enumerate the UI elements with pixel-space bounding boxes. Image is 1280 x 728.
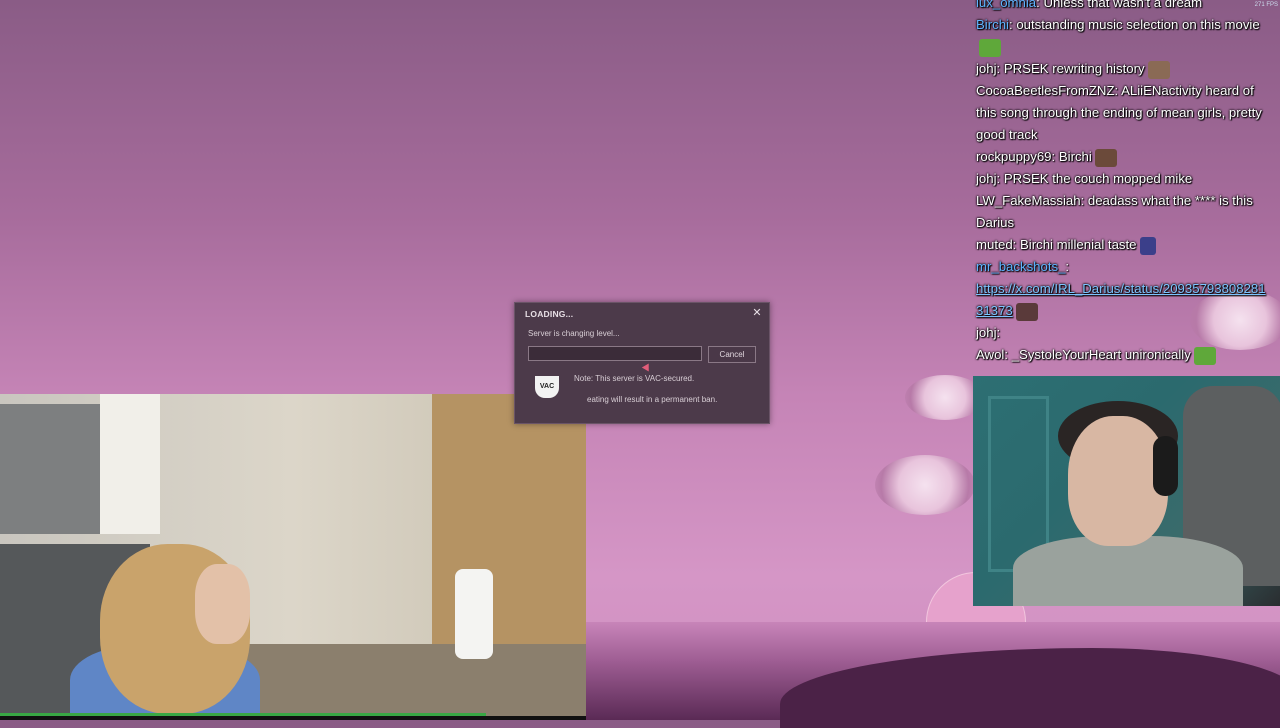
chat-username[interactable]: CocoaBeetlesFromZNZ (976, 83, 1115, 98)
chat-message: johj: PRSEK rewriting history (972, 58, 1268, 80)
webcam-shirt (1013, 536, 1243, 606)
face-emote-icon (1094, 148, 1117, 167)
person-face (195, 564, 250, 644)
pepe-emote-icon (979, 38, 1001, 57)
dialog-status-text: Server is changing level... (528, 329, 620, 338)
chat-username[interactable]: rockpuppy69 (976, 149, 1052, 164)
vac-shield-icon: VAC (535, 376, 559, 398)
face-emote-icon (1015, 302, 1038, 321)
vac-note-text: Note: This server is VAC-secured. (574, 374, 695, 383)
chat-text: PRSEK rewriting history (1003, 61, 1145, 76)
webcam-feed (973, 376, 1280, 606)
microwave-shape (0, 404, 100, 534)
loading-dialog: LOADING... ✕ Server is changing level...… (514, 302, 770, 424)
face-emote-icon (1147, 60, 1170, 79)
video-controls-bar[interactable] (0, 716, 586, 720)
chat-text: Unless that wasn't a dream (1043, 0, 1203, 10)
chat-message: muted: Birchi millenial taste (972, 234, 1268, 256)
chat-username[interactable]: johj (976, 171, 997, 186)
loading-progress-bar (528, 346, 702, 361)
chat-overlay: lux_omnia: Unless that wasn't a dream Bi… (972, 0, 1268, 366)
video-progress-bar[interactable] (0, 713, 487, 716)
chat-message: mr_backshots_: https://x.com/IRL_Darius/… (972, 256, 1268, 322)
chat-message: johj: PRSEK the couch mopped mike (976, 171, 1193, 186)
chat-text: Birchi millenial taste (1019, 237, 1137, 252)
chat-username[interactable]: johj (976, 61, 997, 76)
chat-message: Birchi: outstanding music selection on t… (972, 14, 1268, 58)
chat-username[interactable]: Awol (976, 347, 1004, 362)
chat-username[interactable]: mr_backshots_ (976, 259, 1065, 274)
cherry-blossom-cluster (875, 455, 975, 515)
chat-username[interactable]: muted (976, 237, 1013, 252)
spray-bottle-shape (455, 569, 493, 659)
headphones-icon (1153, 436, 1178, 496)
chat-text: outstanding music selection on this movi… (1016, 17, 1260, 32)
chat-text: _SystoleYourHeart unironically (1011, 347, 1191, 362)
chat-message: lux_omnia: Unless that wasn't a dream (972, 0, 1268, 14)
video-player[interactable] (0, 394, 586, 720)
chat-username[interactable]: lux_omnia (976, 0, 1036, 10)
dialog-title: LOADING... (525, 309, 574, 319)
chat-message: Awol: _SystoleYourHeart unironically (972, 344, 1268, 366)
chat-username[interactable]: johj (976, 325, 997, 340)
cabinet-shape (100, 394, 160, 534)
chat-message: rockpuppy69: Birchi (972, 146, 1268, 168)
pepe-emote-icon (1193, 346, 1216, 365)
chat-message: CocoaBeetlesFromZNZ: ALiiENactivity hear… (976, 83, 1262, 142)
chat-username[interactable]: Birchi (976, 17, 1009, 32)
chat-message: johj: (976, 325, 1001, 340)
figure-emote-icon (1139, 236, 1156, 255)
close-icon[interactable]: ✕ (751, 307, 763, 319)
chat-message: LW_FakeMassiah: deadass what the **** is… (976, 193, 1253, 230)
chat-text: Birchi (1058, 149, 1092, 164)
mouse-cursor-icon (641, 363, 653, 374)
chat-username[interactable]: LW_FakeMassiah (976, 193, 1081, 208)
vac-warning-text: eating will result in a permanent ban. (587, 395, 718, 404)
cancel-button[interactable]: Cancel (708, 346, 756, 363)
chat-text: PRSEK the couch mopped mike (1003, 171, 1193, 186)
